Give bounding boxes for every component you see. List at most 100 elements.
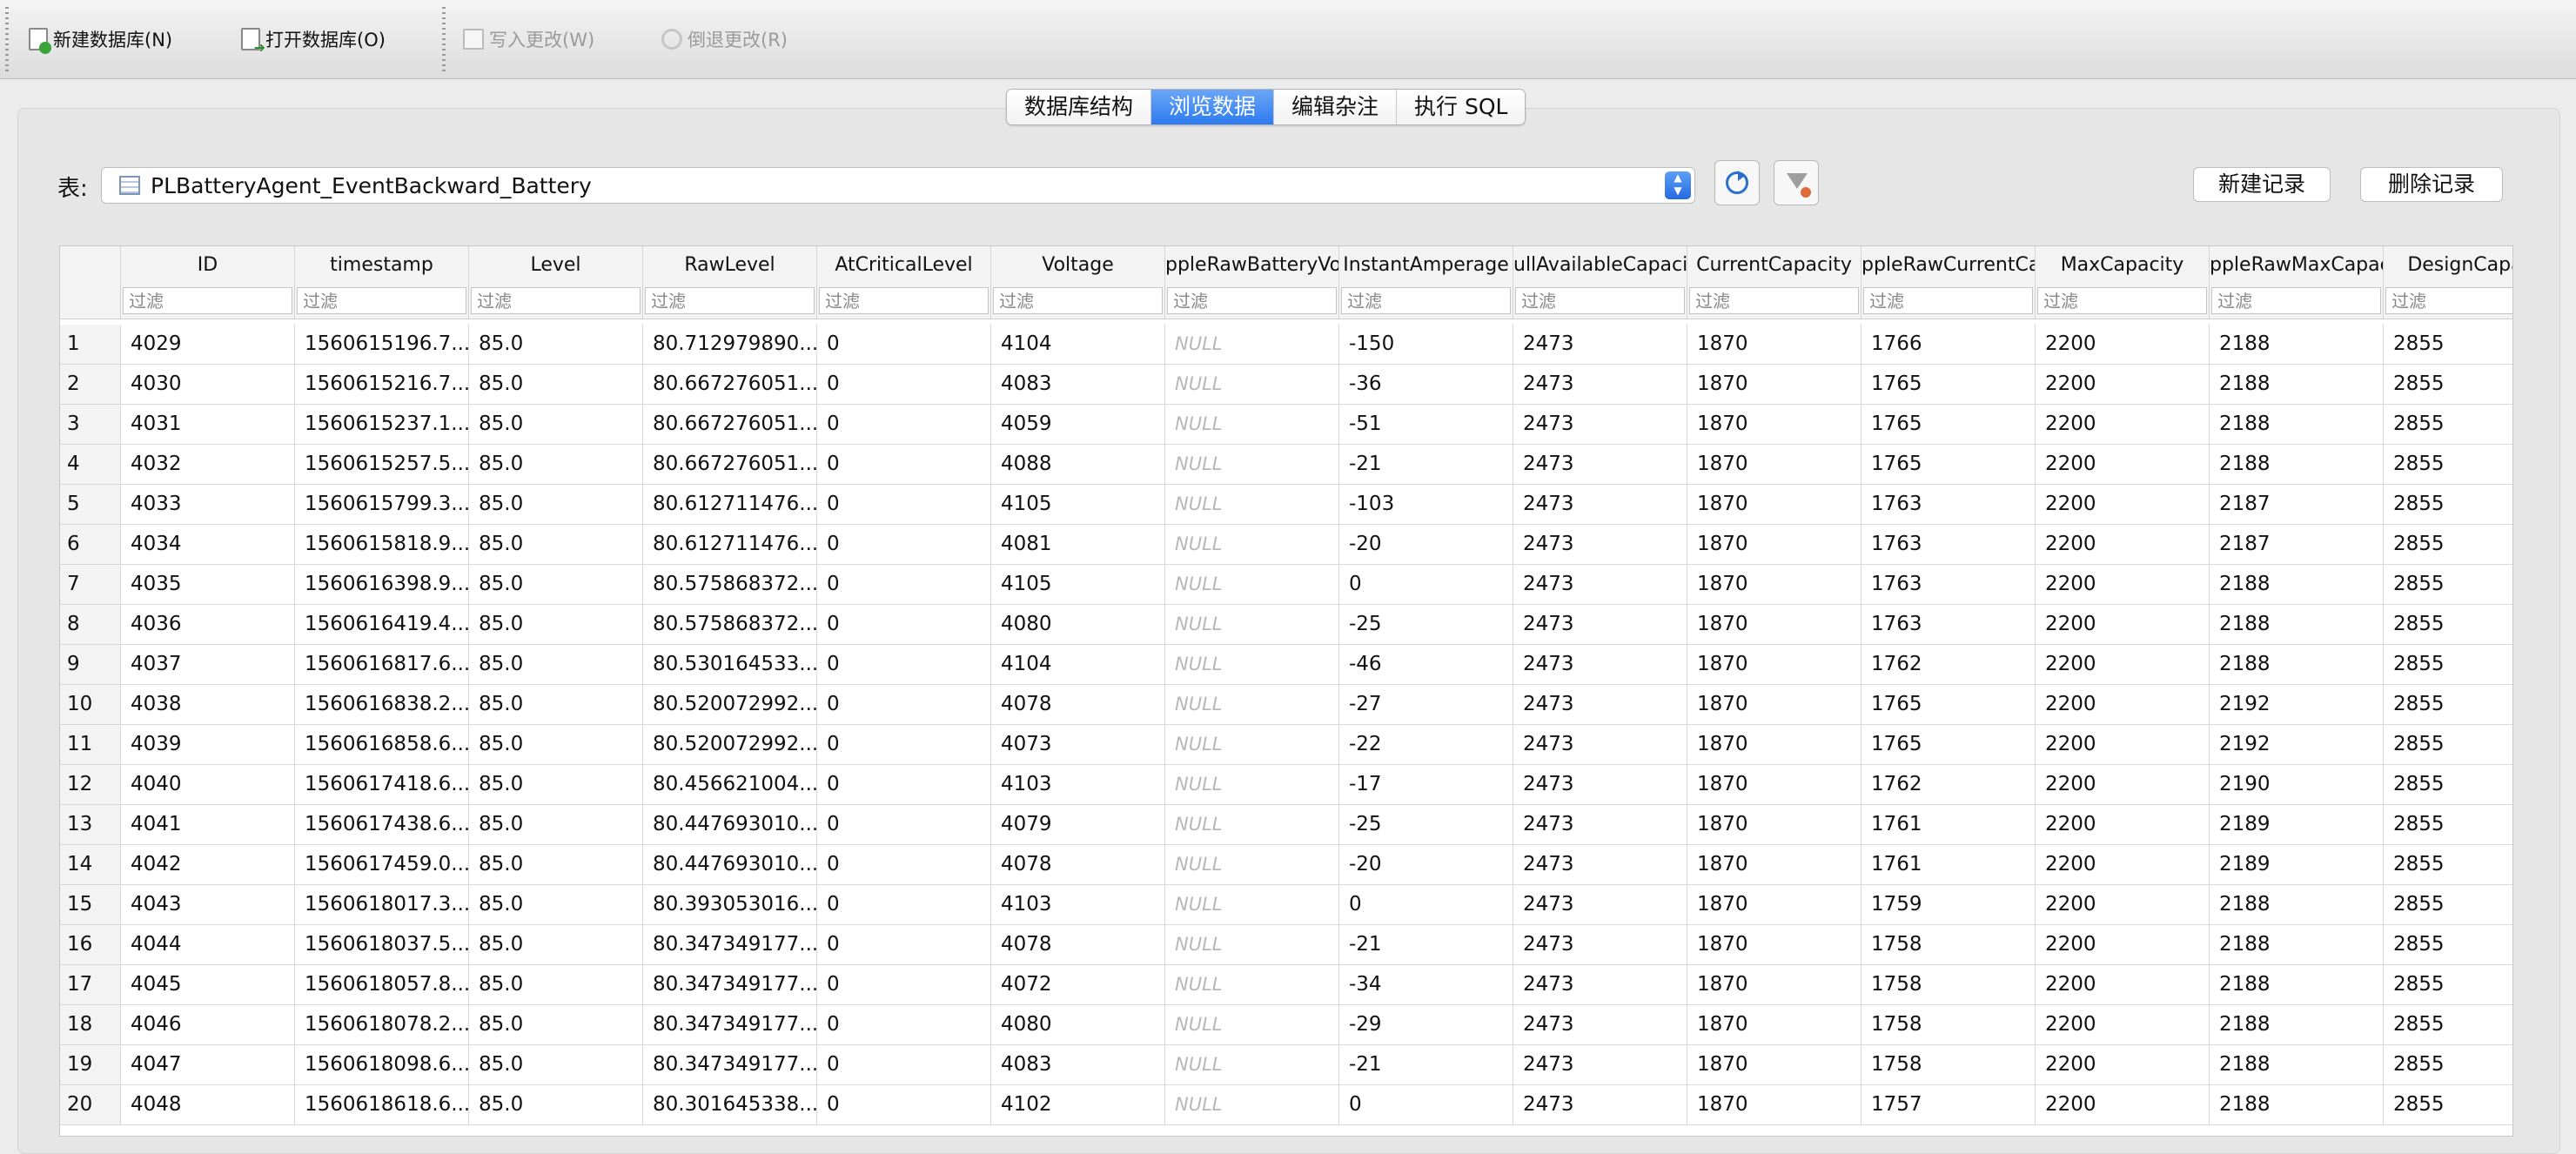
table-cell[interactable]: 2855: [2384, 765, 2512, 804]
table-cell[interactable]: 2200: [2036, 325, 2210, 364]
table-cell[interactable]: NULL: [1165, 1005, 1339, 1044]
table-cell[interactable]: 2855: [2384, 1085, 2512, 1124]
table-cell[interactable]: 4041: [121, 805, 295, 844]
table-cell[interactable]: 1560618017.3...: [295, 885, 469, 924]
table-cell[interactable]: 1766: [1862, 325, 2036, 364]
table-cell[interactable]: 2473: [1513, 925, 1687, 964]
table-cell[interactable]: 0: [817, 565, 991, 604]
table-cell[interactable]: 2855: [2384, 845, 2512, 884]
table-cell[interactable]: 1870: [1687, 845, 1862, 884]
table-cell[interactable]: NULL: [1165, 885, 1339, 924]
table-cell[interactable]: 2190: [2210, 765, 2384, 804]
table-row[interactable]: 12 4040 1560617418.6... 85.0 80.456621004...…: [60, 765, 2512, 805]
table-cell[interactable]: 0: [817, 325, 991, 364]
table-cell[interactable]: 4036: [121, 605, 295, 644]
table-cell[interactable]: 2200: [2036, 725, 2210, 764]
table-cell[interactable]: -21: [1339, 445, 1513, 484]
table-cell[interactable]: -150: [1339, 325, 1513, 364]
table-cell[interactable]: 1560618057.8...: [295, 965, 469, 1004]
table-cell[interactable]: 4080: [991, 605, 1165, 644]
table-cell[interactable]: 1759: [1862, 885, 2036, 924]
table-cell[interactable]: 2855: [2384, 1005, 2512, 1044]
chevron-updown-icon[interactable]: ▲ ▼: [1665, 171, 1691, 199]
table-cell[interactable]: 4080: [991, 1005, 1165, 1044]
table-cell[interactable]: 85.0: [469, 765, 643, 804]
table-cell[interactable]: 2200: [2036, 685, 2210, 724]
table-cell[interactable]: 2200: [2036, 605, 2210, 644]
table-cell[interactable]: 2188: [2210, 445, 2384, 484]
table-cell[interactable]: 0: [817, 805, 991, 844]
table-cell[interactable]: 85.0: [469, 405, 643, 444]
table-cell[interactable]: 2188: [2210, 605, 2384, 644]
table-cell[interactable]: 1870: [1687, 805, 1862, 844]
table-cell[interactable]: NULL: [1165, 685, 1339, 724]
table-cell[interactable]: 85.0: [469, 925, 643, 964]
table-cell[interactable]: -46: [1339, 645, 1513, 684]
table-cell[interactable]: NULL: [1165, 725, 1339, 764]
table-cell[interactable]: 80.520072992...: [643, 685, 817, 724]
table-row[interactable]: 7 4035 1560616398.9... 85.0 80.575868372... 0…: [60, 565, 2512, 605]
tab-browse-data[interactable]: 浏览数据: [1150, 90, 1274, 124]
table-cell[interactable]: 1758: [1862, 965, 2036, 1004]
table-cell[interactable]: 1763: [1862, 605, 2036, 644]
table-cell[interactable]: 80.667276051...: [643, 445, 817, 484]
table-cell[interactable]: NULL: [1165, 805, 1339, 844]
table-row[interactable]: 5 4033 1560615799.3... 85.0 80.612711476... 0…: [60, 485, 2512, 525]
table-cell[interactable]: 0: [817, 1085, 991, 1124]
table-cell[interactable]: 80.447693010...: [643, 845, 817, 884]
table-row[interactable]: 8 4036 1560616419.4... 85.0 80.575868372... 0…: [60, 605, 2512, 645]
table-cell[interactable]: NULL: [1165, 1085, 1339, 1124]
table-cell[interactable]: 2188: [2210, 1045, 2384, 1084]
table-cell[interactable]: NULL: [1165, 405, 1339, 444]
table-cell[interactable]: 2473: [1513, 725, 1687, 764]
filter-input[interactable]: [123, 287, 292, 314]
table-cell[interactable]: 1560617418.6...: [295, 765, 469, 804]
table-cell[interactable]: 2473: [1513, 325, 1687, 364]
table-row[interactable]: 9 4037 1560616817.6... 85.0 80.530164533... 0…: [60, 645, 2512, 685]
table-cell[interactable]: NULL: [1165, 925, 1339, 964]
table-cell[interactable]: 4081: [991, 525, 1165, 564]
table-cell[interactable]: 4048: [121, 1085, 295, 1124]
table-cell[interactable]: 1870: [1687, 885, 1862, 924]
tab-execute-sql[interactable]: 执行 SQL: [1396, 90, 1526, 124]
table-cell[interactable]: -22: [1339, 725, 1513, 764]
table-cell[interactable]: 1870: [1687, 925, 1862, 964]
table-row[interactable]: 2 4030 1560615216.7... 85.0 80.667276051... 0…: [60, 365, 2512, 405]
table-cell[interactable]: 2473: [1513, 885, 1687, 924]
table-cell[interactable]: 1763: [1862, 525, 2036, 564]
table-cell[interactable]: 2473: [1513, 805, 1687, 844]
filter-input[interactable]: [471, 287, 641, 314]
table-cell[interactable]: 4042: [121, 845, 295, 884]
table-cell[interactable]: 4040: [121, 765, 295, 804]
table-cell[interactable]: 0: [817, 965, 991, 1004]
table-cell[interactable]: 4088: [991, 445, 1165, 484]
table-cell[interactable]: 1560618618.6...: [295, 1085, 469, 1124]
table-cell[interactable]: 80.447693010...: [643, 805, 817, 844]
table-cell[interactable]: 80.301645338...: [643, 1085, 817, 1124]
column-header[interactable]: Level: [469, 246, 643, 285]
table-cell[interactable]: 2200: [2036, 925, 2210, 964]
table-cell[interactable]: -27: [1339, 685, 1513, 724]
table-row[interactable]: 15 4043 1560618017.3... 85.0 80.393053016...…: [60, 885, 2512, 925]
column-header[interactable]: MaxCapacity: [2036, 246, 2210, 285]
table-cell[interactable]: 2200: [2036, 525, 2210, 564]
table-cell[interactable]: NULL: [1165, 365, 1339, 404]
table-cell[interactable]: 4043: [121, 885, 295, 924]
table-cell[interactable]: -21: [1339, 1045, 1513, 1084]
table-cell[interactable]: 1560618098.6...: [295, 1045, 469, 1084]
table-cell[interactable]: 1560618037.5...: [295, 925, 469, 964]
table-cell[interactable]: NULL: [1165, 325, 1339, 364]
table-cell[interactable]: 0: [817, 925, 991, 964]
table-cell[interactable]: 2855: [2384, 685, 2512, 724]
table-cell[interactable]: 2855: [2384, 1045, 2512, 1084]
table-cell[interactable]: 0: [817, 1045, 991, 1084]
table-cell[interactable]: 80.347349177...: [643, 925, 817, 964]
column-header[interactable]: ID: [121, 246, 295, 285]
table-cell[interactable]: 1870: [1687, 365, 1862, 404]
table-row[interactable]: 11 4039 1560616858.6... 85.0 80.520072992...…: [60, 725, 2512, 765]
write-changes-button[interactable]: 写入更改(W): [463, 23, 594, 56]
table-row[interactable]: 4 4032 1560615257.5... 85.0 80.667276051... 0…: [60, 445, 2512, 485]
table-cell[interactable]: 0: [817, 405, 991, 444]
table-row[interactable]: 13 4041 1560617438.6... 85.0 80.447693010...…: [60, 805, 2512, 845]
table-cell[interactable]: 80.575868372...: [643, 565, 817, 604]
